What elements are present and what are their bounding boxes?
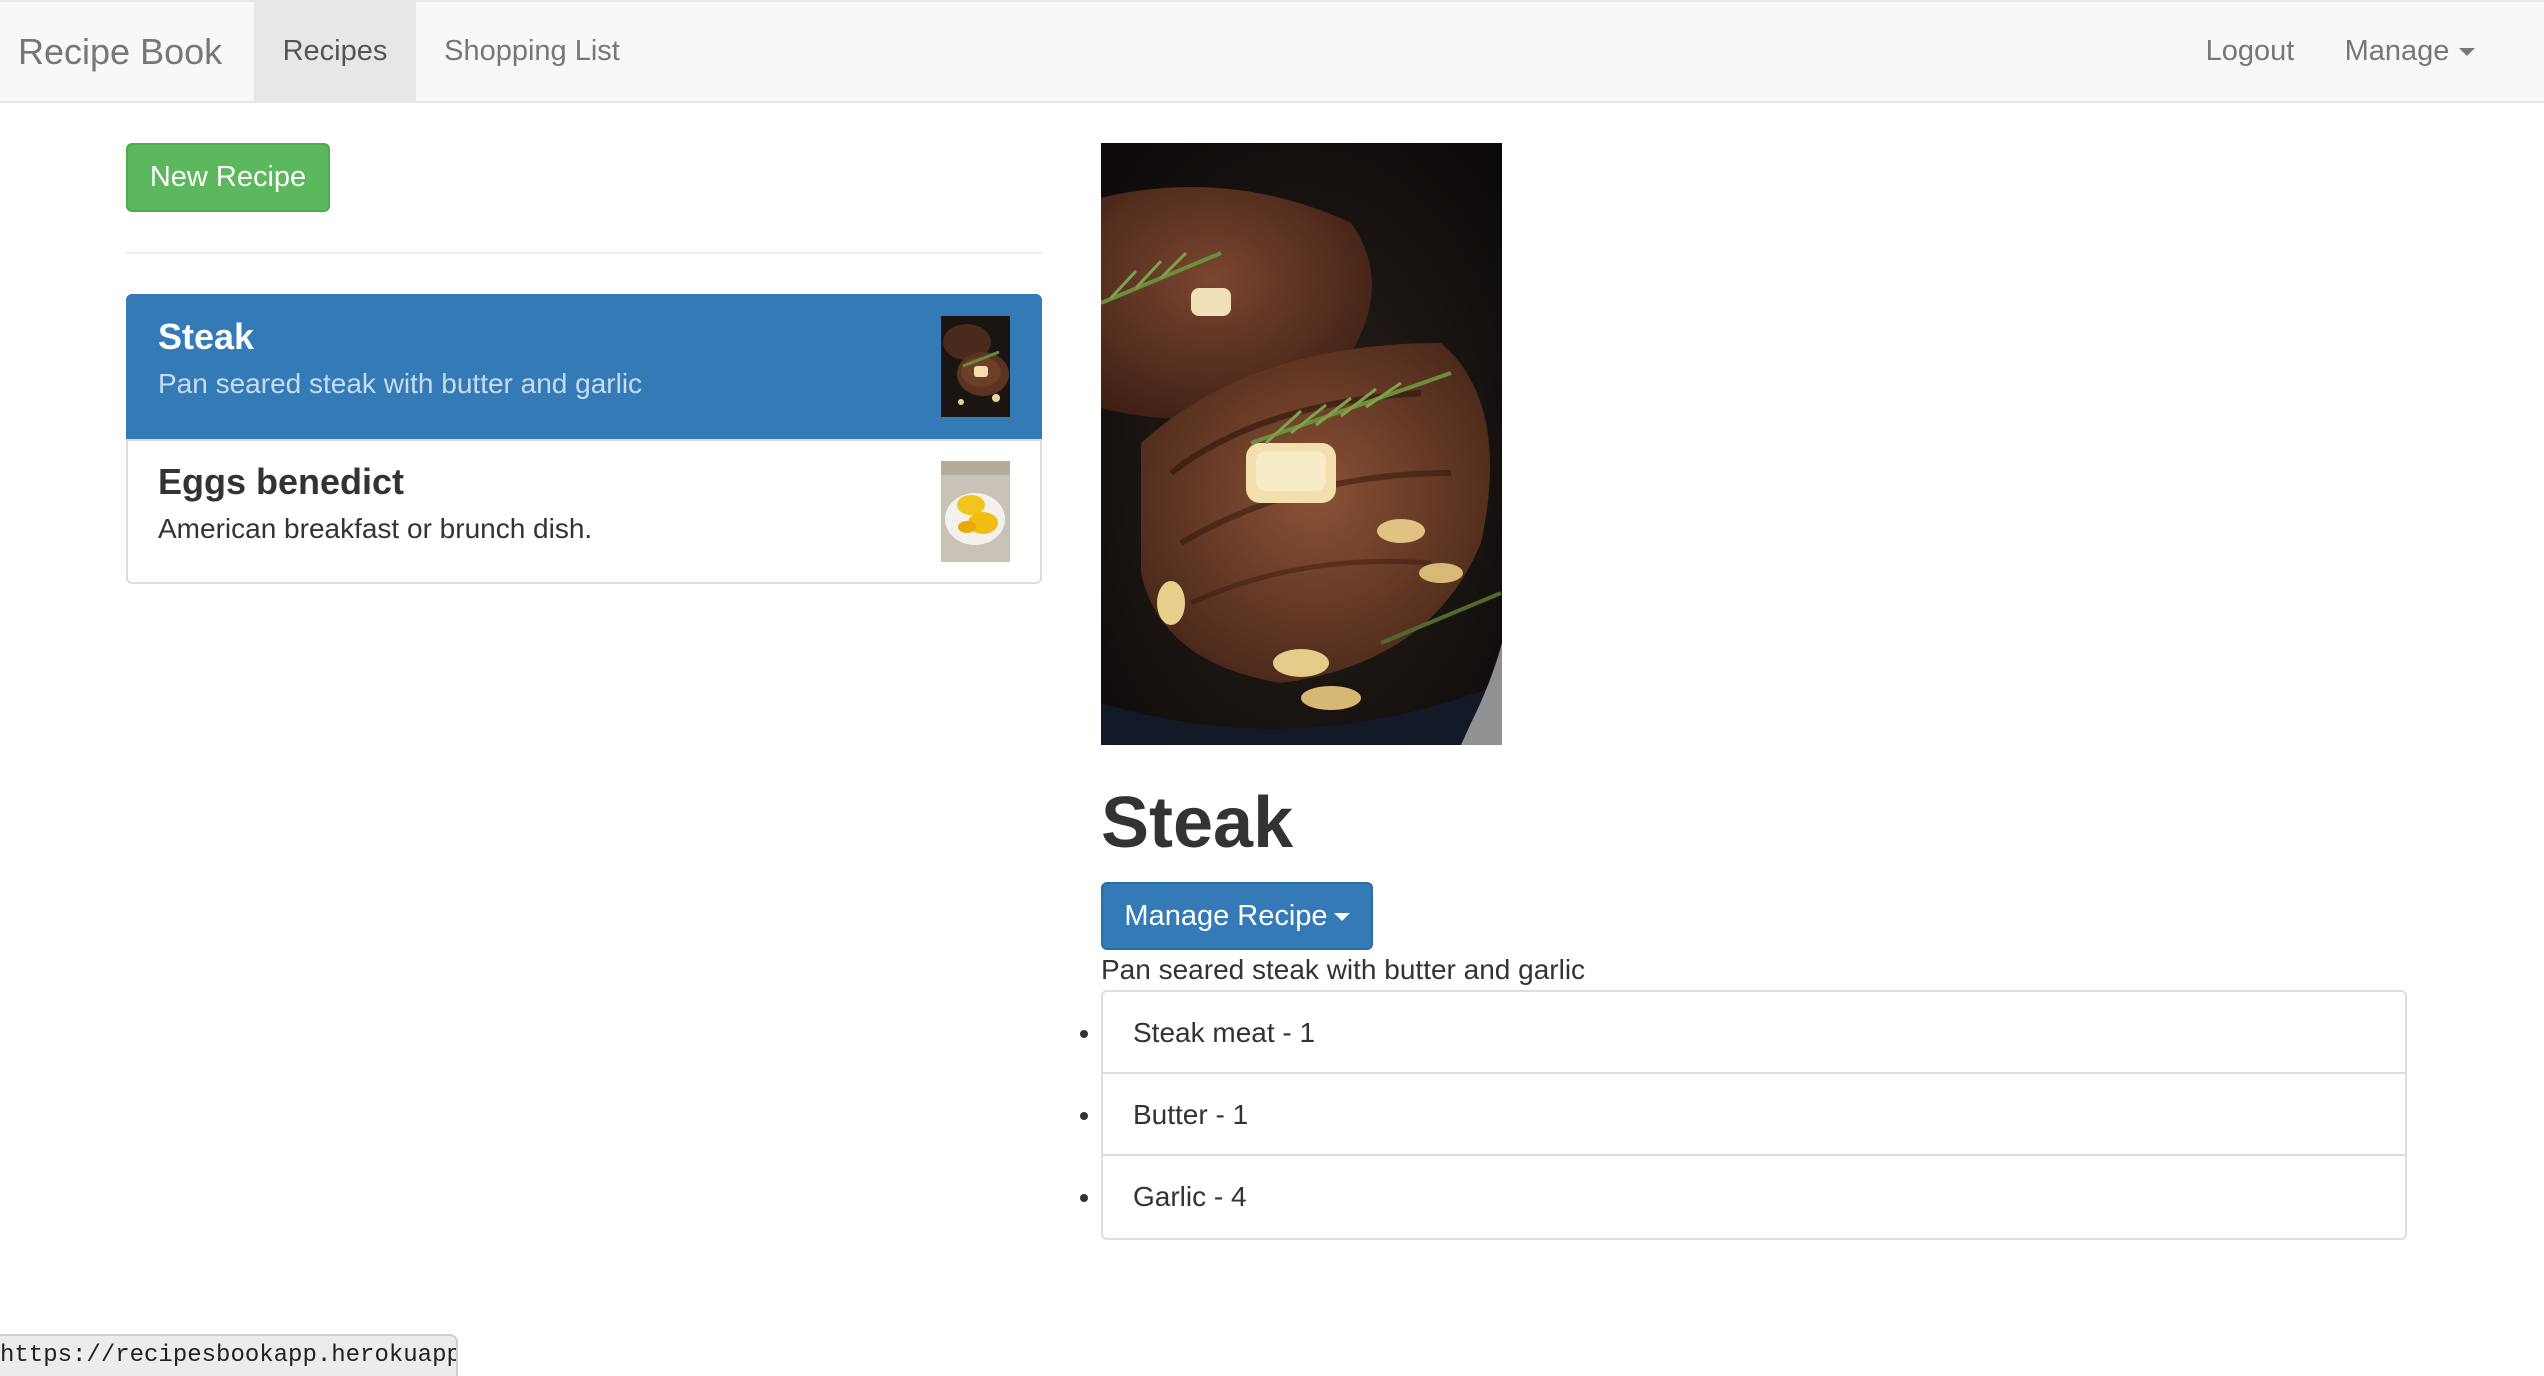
ingredient-item[interactable]: Steak meat - 1 [1103, 992, 2405, 1074]
ingredients-list: Steak meat - 1 Butter - 1 Garlic - 4 [1101, 990, 2407, 1240]
recipe-title: Steak [1101, 783, 1294, 863]
manage-recipe-label: Manage Recipe [1124, 900, 1328, 932]
brand-link[interactable]: Recipe Book [18, 2, 222, 101]
tab-recipes[interactable]: Recipes [254, 2, 416, 101]
top-navbar: Recipe Book Recipes Shopping List Logout… [0, 0, 2544, 103]
status-bar-url: https://recipesbookapp.herokuapp.com [0, 1334, 458, 1376]
chevron-down-icon [1333, 913, 1350, 922]
recipe-description: Pan seared steak with butter and garlic [158, 368, 643, 399]
steak-photo-icon [941, 316, 1010, 417]
manage-dropdown-label: Manage [2344, 35, 2450, 67]
eggs-benedict-photo-icon [941, 461, 1010, 562]
steak-thumbnail-image [941, 316, 1010, 417]
manage-recipe-button[interactable]: Manage Recipe [1101, 882, 1373, 950]
ingredient-item[interactable]: Butter - 1 [1103, 1074, 2405, 1156]
recipe-name: Eggs benedict [158, 461, 405, 502]
recipe-list-item-steak[interactable]: Steak Pan seared steak with butter and g… [126, 294, 1042, 439]
recipe-name: Steak [158, 316, 255, 357]
recipe-hero-image [1101, 143, 1502, 745]
divider [126, 252, 1042, 254]
recipe-description: American breakfast or brunch dish. [158, 513, 593, 544]
new-recipe-button[interactable]: New Recipe [126, 143, 330, 212]
manage-dropdown[interactable]: Manage [2330, 2, 2490, 101]
chevron-down-icon [2459, 48, 2476, 57]
ingredient-item[interactable]: Garlic - 4 [1103, 1156, 2405, 1238]
recipe-list-item-eggs-benedict[interactable]: Eggs benedict American breakfast or brun… [126, 439, 1042, 584]
recipe-description: Pan seared steak with butter and garlic [1101, 954, 1586, 985]
tab-shopping-list[interactable]: Shopping List [416, 2, 648, 101]
steak-photo-icon [1101, 143, 1502, 745]
logout-link[interactable]: Logout [2190, 2, 2310, 101]
eggs-benedict-thumbnail-image [941, 461, 1010, 562]
